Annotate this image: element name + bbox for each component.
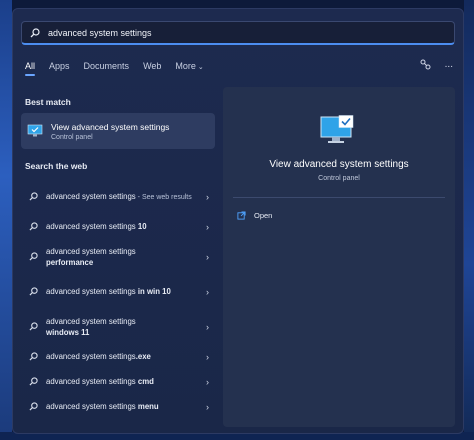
monitor-check-icon (27, 124, 43, 138)
web-result-text: advanced system settings performance (46, 246, 136, 267)
search-icon (29, 252, 39, 261)
search-box[interactable]: advanced system settings (21, 21, 455, 45)
search-icon (30, 27, 42, 39)
monitor-check-icon (319, 115, 359, 149)
list-item[interactable]: advanced system settings.exe › (21, 344, 215, 369)
best-match-subtitle: Control panel (51, 133, 93, 141)
preview-divider (233, 197, 445, 198)
search-web-heading: Search the web (25, 161, 88, 171)
filter-tabs: All Apps Documents Web More ⌄ (25, 61, 218, 76)
tab-more[interactable]: More ⌄ (175, 61, 203, 71)
preview-subtitle: Control panel (318, 175, 360, 182)
tab-more-label: More (175, 61, 196, 71)
search-input[interactable]: advanced system settings (48, 28, 152, 38)
share-icon[interactable] (420, 59, 431, 73)
chevron-right-icon: › (206, 321, 209, 332)
web-result-text: advanced system settings cmd (46, 377, 154, 386)
list-item[interactable]: advanced system settings performance › (21, 239, 215, 274)
best-match-heading: Best match (25, 97, 71, 107)
preview-pane: View advanced system settings Control pa… (223, 87, 455, 427)
best-match-title: View advanced system settings (51, 121, 170, 132)
chevron-right-icon: › (206, 376, 209, 387)
chevron-right-icon: › (206, 191, 209, 202)
search-icon (29, 402, 39, 411)
web-result-text: advanced system settings - See web resul… (46, 191, 192, 201)
search-icon (29, 287, 39, 296)
desktop-wallpaper-left (0, 0, 12, 440)
top-actions: ... (420, 59, 453, 73)
open-label: Open (254, 211, 273, 220)
chevron-right-icon: › (206, 351, 209, 362)
list-item[interactable]: advanced system settings in win 10 › (21, 274, 215, 309)
tab-all[interactable]: All (25, 61, 36, 76)
search-icon (29, 322, 39, 331)
chevron-right-icon: › (206, 286, 209, 297)
chevron-down-icon: ⌄ (197, 64, 204, 71)
more-options-icon[interactable]: ... (445, 59, 453, 73)
search-icon (29, 222, 39, 231)
tab-apps[interactable]: Apps (49, 61, 70, 71)
tab-web[interactable]: Web (143, 61, 161, 71)
start-search-panel: advanced system settings All Apps Docume… (12, 8, 464, 434)
search-icon (29, 377, 39, 386)
desktop-wallpaper-right (464, 0, 474, 440)
best-match-result[interactable]: View advanced system settings Control pa… (21, 113, 215, 149)
tab-documents[interactable]: Documents (84, 61, 130, 71)
list-item[interactable]: advanced system settings windows 11 › (21, 309, 215, 344)
list-item[interactable]: advanced system settings - See web resul… (21, 179, 215, 214)
web-result-text: advanced system settings 10 (46, 222, 147, 231)
web-result-text: advanced system settings in win 10 (46, 287, 171, 296)
list-item[interactable]: advanced system settings 10 › (21, 214, 215, 239)
web-result-text: advanced system settings.exe (46, 352, 151, 361)
web-result-text: advanced system settings windows 11 (46, 316, 136, 337)
open-button[interactable]: Open (237, 211, 272, 220)
web-result-text: advanced system settings menu (46, 402, 159, 411)
list-item[interactable]: advanced system settings menu › (21, 394, 215, 419)
chevron-right-icon: › (206, 221, 209, 232)
search-icon (29, 352, 39, 361)
preview-title: View advanced system settings (269, 159, 409, 170)
list-item[interactable]: advanced system settings cmd › (21, 369, 215, 394)
best-match-text: View advanced system settings Control pa… (51, 122, 169, 141)
chevron-right-icon: › (206, 401, 209, 412)
search-icon (29, 192, 39, 201)
open-external-icon (237, 211, 246, 220)
chevron-right-icon: › (206, 251, 209, 262)
web-results-list: advanced system settings - See web resul… (21, 179, 215, 419)
